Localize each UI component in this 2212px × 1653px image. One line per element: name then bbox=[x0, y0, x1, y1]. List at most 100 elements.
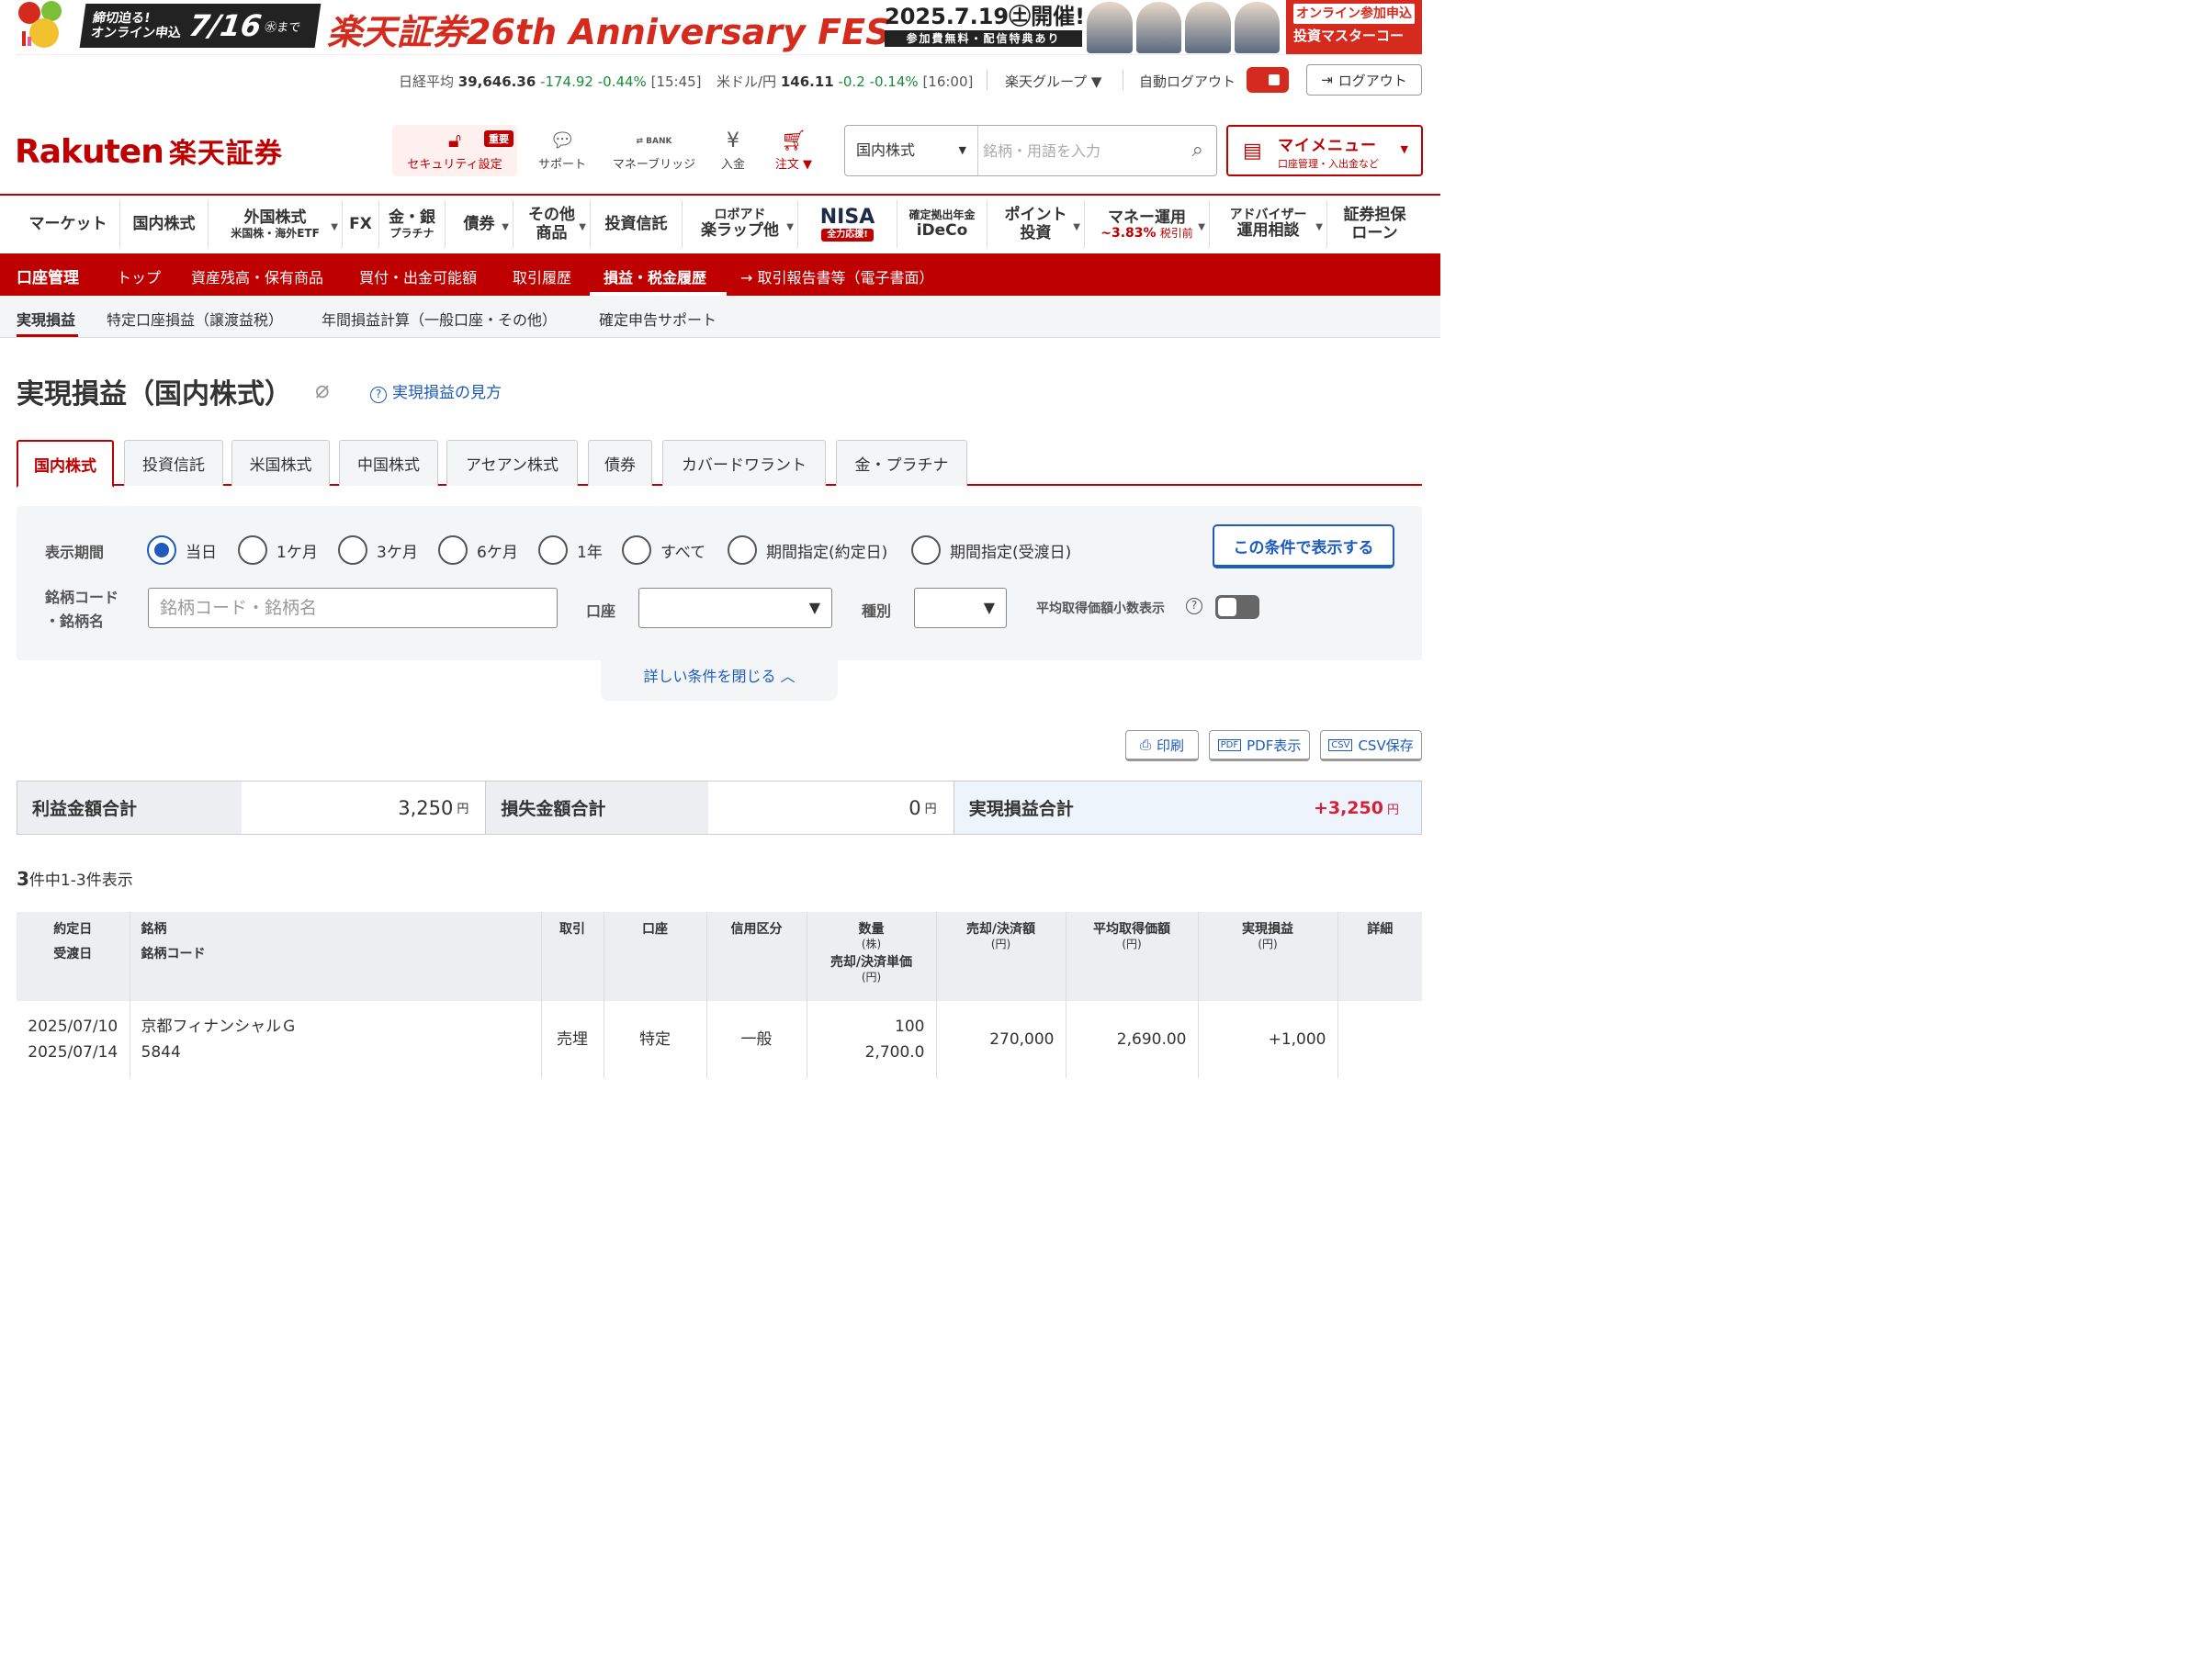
type-select[interactable]: ▼ bbox=[914, 588, 1007, 628]
period-radio-trade-date[interactable]: 期間指定(約定日) bbox=[728, 535, 887, 565]
period-radio-3m[interactable]: 3ケ月 bbox=[338, 535, 418, 565]
th-account: 口座 bbox=[604, 912, 707, 1001]
th-trade-date: 約定日 bbox=[53, 922, 93, 937]
security-settings-button[interactable]: 重要 🔓︎ セキュリティ設定 bbox=[392, 125, 517, 176]
table-row: 2025/07/10 2025/07/14 京都フィナンシャルＧ 5844 売埋 特… bbox=[17, 1001, 1422, 1078]
search-box: 国内株式 ▼ ⌕ bbox=[844, 125, 1217, 176]
tab-gold-platinum[interactable]: 金・プラチナ bbox=[836, 440, 967, 486]
acc-nav-top[interactable]: トップ bbox=[117, 265, 161, 287]
howto-link[interactable]: ? 実現損益の見方 bbox=[370, 379, 502, 403]
yen-unit: 円 bbox=[924, 803, 937, 816]
period-option-label: 3ケ月 bbox=[377, 543, 418, 562]
paperclip-icon[interactable]: ⌀ bbox=[315, 377, 330, 404]
nav-advisor-label: アドバイザー bbox=[1229, 208, 1307, 222]
avg-decimal-toggle[interactable] bbox=[1215, 595, 1259, 619]
period-radio-today[interactable]: 当日 bbox=[147, 535, 217, 565]
support-button[interactable]: 💬︎ サポート bbox=[535, 125, 590, 176]
subnav-realized-pnl[interactable]: 実現損益 bbox=[17, 308, 75, 330]
period-radio-6m[interactable]: 6ケ月 bbox=[438, 535, 518, 565]
tab-china-stocks[interactable]: 中国株式 bbox=[339, 440, 438, 486]
fes-date: 2025.7.19㊏開催! bbox=[885, 4, 1086, 29]
my-menu-button[interactable]: ▤ マイメニュー 口座管理・入出金など ▼ bbox=[1226, 125, 1423, 176]
promo-banner[interactable]: 締切迫る! オンライン申込 7/16 ㊌まで 楽天証券26th Annivers… bbox=[17, 0, 1422, 55]
acc-nav-buying-power[interactable]: 買付・出金可能額 bbox=[359, 265, 477, 287]
help-icon[interactable]: ? bbox=[1186, 598, 1202, 614]
profit-total-value-cell: 3,250 円 bbox=[241, 782, 486, 834]
th-avg-unit: (円) bbox=[1122, 938, 1142, 950]
th-avg: 平均取得価額 (円) bbox=[1066, 912, 1199, 1001]
online-signup-box[interactable]: オンライン参加申込 投資マスターコース bbox=[1286, 0, 1422, 54]
csv-button[interactable]: CSV CSV保存 bbox=[1320, 730, 1422, 761]
nav-other[interactable]: その他 商品 ▼ bbox=[514, 200, 591, 248]
acc-nav-pnl-tax[interactable]: 損益・税金履歴 bbox=[604, 265, 706, 287]
nav-securities-loan[interactable]: 証券担保 ローン bbox=[1327, 200, 1422, 248]
subnav-specific-account[interactable]: 特定口座損益（譲渡益税） bbox=[107, 308, 283, 330]
account-select[interactable]: ▼ bbox=[638, 588, 832, 628]
period-radio-all[interactable]: すべて bbox=[622, 535, 705, 565]
tab-covered-warrants[interactable]: カバードワラント bbox=[662, 440, 826, 486]
auto-logout-toggle[interactable] bbox=[1247, 67, 1289, 93]
bank-icon-text: BANK bbox=[646, 137, 672, 146]
apply-filter-button[interactable]: この条件で表示する bbox=[1213, 524, 1394, 568]
tab-asean-stocks[interactable]: アセアン株式 bbox=[446, 440, 578, 486]
nav-domestic-stocks[interactable]: 国内株式 bbox=[120, 200, 209, 248]
period-radio-1y[interactable]: 1年 bbox=[538, 535, 603, 565]
logo-jp: 楽天証券 bbox=[168, 138, 283, 170]
acc-nav-assets[interactable]: 資産残高・保有商品 bbox=[191, 265, 323, 287]
nav-nisa-label: NISA bbox=[819, 206, 875, 229]
nav-ideco[interactable]: 確定拠出年金 iDeCo bbox=[897, 200, 988, 248]
nav-point-invest[interactable]: ポイント 投資 ▼ bbox=[988, 200, 1085, 248]
period-option-label: 期間指定(約定日) bbox=[766, 543, 888, 562]
acc-nav-history[interactable]: 取引履歴 bbox=[513, 265, 571, 287]
usd-ticker: 米ドル/円 146.11 -0.2 -0.14% [16:00] bbox=[717, 72, 973, 91]
nav-money-management[interactable]: マネー運用 ~3.83% 税引前 ▼ bbox=[1085, 200, 1210, 248]
deposit-button[interactable]: ¥ 入金 bbox=[715, 125, 751, 176]
tab-us-stocks[interactable]: 米国株式 bbox=[231, 440, 330, 486]
radio-circle bbox=[238, 535, 267, 565]
period-radio-1m[interactable]: 1ケ月 bbox=[238, 535, 318, 565]
period-radio-settle-date[interactable]: 期間指定(受渡日) bbox=[911, 535, 1071, 565]
rakuten-group-menu[interactable]: 楽天グループ ▼ bbox=[1005, 72, 1101, 91]
order-menu-button[interactable]: 🛒︎ 注文 ▼ bbox=[770, 125, 818, 176]
csv-label: CSV保存 bbox=[1358, 737, 1414, 754]
stock-code-input[interactable] bbox=[148, 588, 558, 628]
money-bridge-button[interactable]: ⇄ BANK マネーブリッジ bbox=[606, 125, 702, 176]
nav-fx[interactable]: FX bbox=[343, 200, 379, 248]
caret-down-icon: ▼ bbox=[983, 599, 995, 616]
search-category-select[interactable]: 国内株式 ▼ bbox=[845, 126, 978, 175]
result-count: 3件中1-3件表示 bbox=[17, 867, 133, 890]
tab-domestic-stocks[interactable]: 国内株式 bbox=[17, 440, 114, 488]
search-icon[interactable]: ⌕ bbox=[1192, 139, 1203, 162]
subnav-annual-pnl[interactable]: 年間損益計算（一般口座・その他） bbox=[322, 308, 557, 330]
asset-tabs: 国内株式 投資信託 米国株式 中国株式 アセアン株式 債券 カバードワラント 金… bbox=[17, 440, 1422, 488]
nav-roboad[interactable]: ロボアド 楽ラップ他 ▼ bbox=[683, 200, 798, 248]
search-input[interactable] bbox=[983, 135, 1167, 166]
nav-bonds[interactable]: 債券 ▼ bbox=[446, 200, 514, 248]
logout-button[interactable]: ⇥ ログアウト bbox=[1306, 64, 1422, 96]
nav-money-tax: 税引前 bbox=[1159, 227, 1193, 240]
tab-funds[interactable]: 投資信託 bbox=[124, 440, 223, 486]
tab-bonds[interactable]: 債券 bbox=[588, 440, 652, 486]
nav-advisor[interactable]: アドバイザー 運用相談 ▼ bbox=[1210, 200, 1327, 248]
nav-funds[interactable]: 投資信託 bbox=[591, 200, 683, 248]
acc-nav-reports[interactable]: → 取引報告書等（電子書面） bbox=[740, 265, 934, 287]
nav-funds-label: 投資信託 bbox=[604, 215, 668, 233]
result-total: 3 bbox=[17, 868, 29, 890]
print-button[interactable]: ⎙ 印刷 bbox=[1125, 730, 1199, 761]
subnav-tax-return[interactable]: 確定申告サポート bbox=[599, 308, 717, 330]
nikkei-value: 39,646.36 bbox=[457, 73, 536, 90]
nav-market[interactable]: マーケット bbox=[17, 200, 120, 248]
nav-point-sub: 投資 bbox=[1020, 224, 1052, 242]
rakuten-logo[interactable]: Rakuten 楽天証券 bbox=[15, 130, 283, 171]
stock-name-link[interactable]: 京都フィナンシャルＧ bbox=[141, 1018, 298, 1036]
nav-nisa[interactable]: NISA 全力応援! bbox=[798, 200, 897, 248]
nikkei-label: 日経平均 bbox=[399, 73, 455, 90]
td-detail[interactable] bbox=[1337, 1001, 1422, 1078]
nav-gold[interactable]: 金・銀 プラチナ bbox=[379, 200, 446, 248]
realized-total-value: +3,250 bbox=[1313, 797, 1383, 818]
nav-foreign-stocks[interactable]: 外国株式 米国株・海外ETF ▼ bbox=[209, 200, 343, 248]
th-amount-unit: (円) bbox=[990, 938, 1011, 950]
pdf-button[interactable]: PDF PDF表示 bbox=[1209, 730, 1310, 761]
usd-change: -0.2 bbox=[838, 73, 865, 90]
collapse-filter-button[interactable]: 詳しい条件を閉じる ︿ bbox=[601, 660, 838, 701]
